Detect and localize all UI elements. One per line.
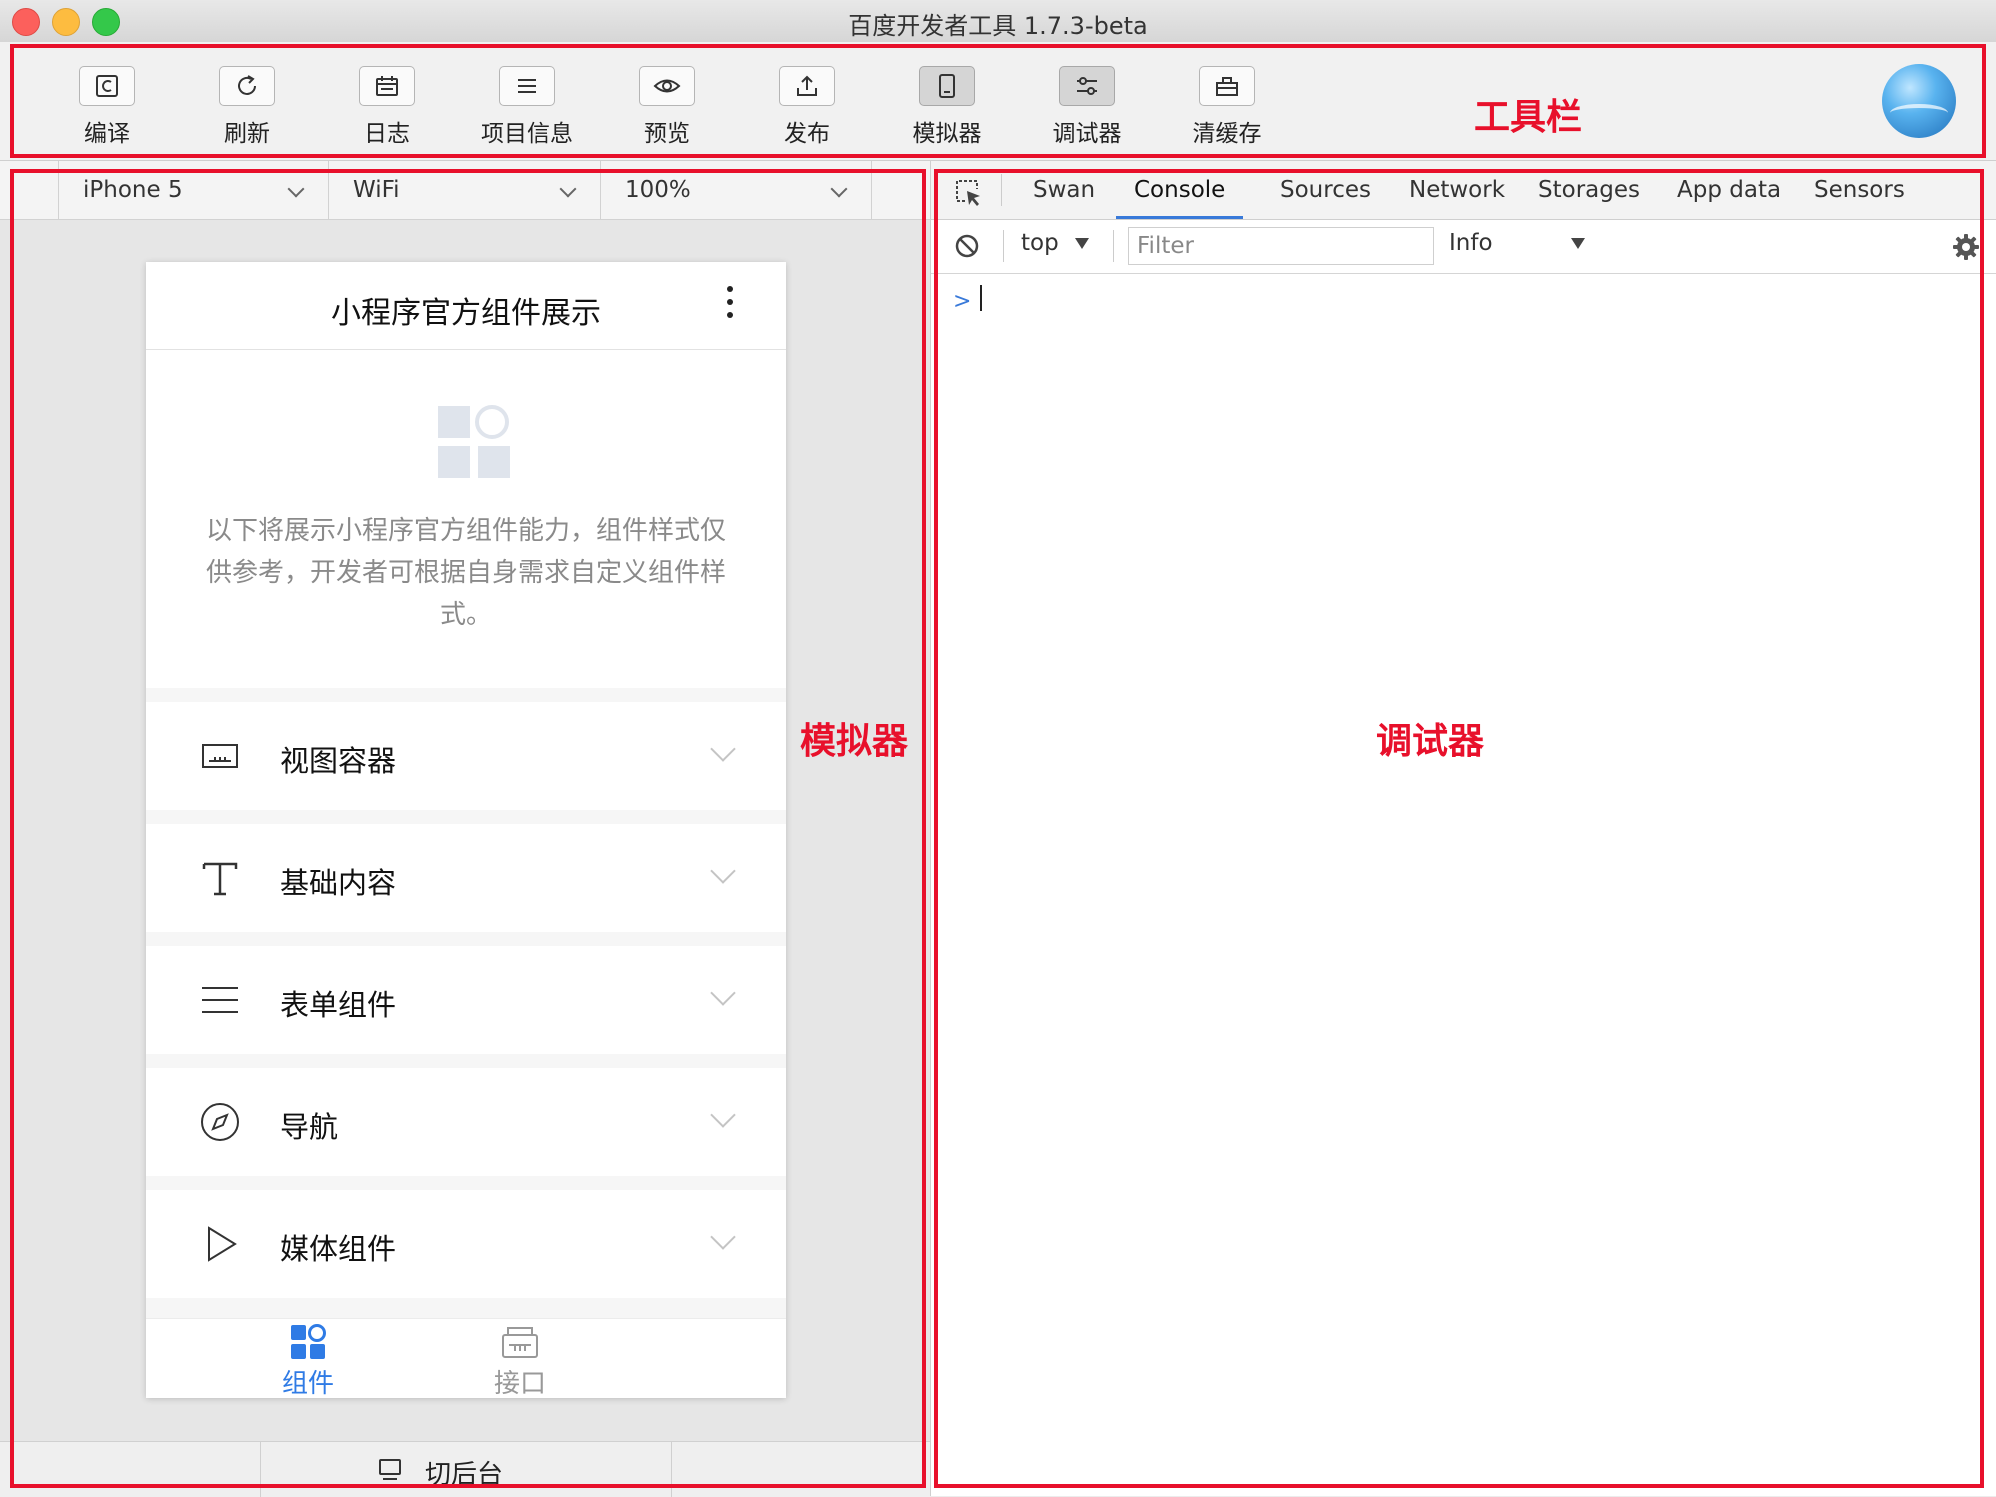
- components-icon: [291, 1324, 326, 1359]
- network-select[interactable]: WiFi: [328, 161, 600, 219]
- eye-icon: [639, 66, 695, 106]
- chevron-down-icon: [710, 736, 736, 762]
- view-container-icon: [202, 744, 238, 768]
- tab-components[interactable]: 组件: [228, 1323, 388, 1398]
- clear-cache-button[interactable]: 清缓存: [1162, 66, 1292, 156]
- gear-icon[interactable]: [1951, 232, 1981, 262]
- tab-console[interactable]: Console: [1116, 161, 1244, 219]
- page-title: 小程序官方组件展示: [331, 296, 601, 331]
- category-form-components[interactable]: 表单组件: [146, 946, 786, 1054]
- zoom-select[interactable]: 100%: [600, 161, 872, 219]
- compass-icon: [201, 1103, 239, 1141]
- list-icon: [499, 66, 555, 106]
- text-t-icon: [202, 862, 238, 896]
- console-filter-input[interactable]: [1128, 227, 1434, 265]
- preview-button[interactable]: 预览: [602, 66, 732, 156]
- debugger-toggle-button[interactable]: 调试器: [1022, 66, 1152, 156]
- intro-section: 以下将展示小程序官方组件能力，组件样式仅供参考，开发者可根据自身需求自定义组件样…: [146, 350, 786, 688]
- switch-to-background-button[interactable]: 切后台: [260, 1442, 672, 1497]
- simulator-annotation-label: 模拟器: [800, 721, 909, 762]
- tab-api[interactable]: 接口: [440, 1323, 600, 1398]
- context-select[interactable]: top: [1021, 230, 1089, 256]
- phone-screen: 小程序官方组件展示 以下将展示小程序官方组件能力，组件样式仅供参考，开发者可根据…: [146, 262, 786, 1398]
- refresh-icon: [219, 66, 275, 106]
- clear-console-icon[interactable]: [955, 234, 979, 258]
- sliders-icon: [1059, 66, 1115, 106]
- compile-icon: [79, 66, 135, 106]
- tab-storages[interactable]: Storages: [1520, 161, 1658, 219]
- simulator-toggle-button[interactable]: 模拟器: [882, 66, 1012, 156]
- triangle-down-icon: [1571, 238, 1585, 249]
- tab-swan[interactable]: Swan: [1015, 161, 1113, 219]
- toolbox-icon: [1199, 66, 1255, 106]
- triangle-down-icon: [1074, 238, 1089, 249]
- chevron-down-icon: [710, 980, 736, 1006]
- chevron-down-icon: [710, 858, 736, 884]
- components-logo-icon: [438, 405, 510, 478]
- category-basic-content[interactable]: 基础内容: [146, 824, 786, 932]
- tab-app-data[interactable]: App data: [1659, 161, 1799, 219]
- compile-button[interactable]: 编译: [42, 66, 172, 156]
- chevron-down-icon: [287, 180, 305, 198]
- toolbar: 编译 刷新 日志 项目信息 预览 发布 模拟器 调试器 清缓存: [0, 42, 1996, 161]
- user-avatar[interactable]: [1882, 64, 1956, 138]
- tab-sensors[interactable]: Sensors: [1796, 161, 1923, 219]
- category-media-components[interactable]: 媒体组件: [146, 1190, 786, 1298]
- console-input-cursor[interactable]: [980, 285, 982, 311]
- upload-icon: [779, 66, 835, 106]
- simulator-select-bar: iPhone 5 WiFi 100%: [0, 161, 930, 220]
- debugger-tab-bar: Swan Console Sources Network Storages Ap…: [931, 161, 1996, 220]
- category-view-container[interactable]: 视图容器: [146, 702, 786, 810]
- chevron-down-icon: [710, 1224, 736, 1250]
- log-button[interactable]: 日志: [322, 66, 452, 156]
- refresh-button[interactable]: 刷新: [182, 66, 312, 156]
- console-prompt-icon: >: [953, 289, 972, 314]
- phone-nav-bar: 小程序官方组件展示: [146, 262, 786, 350]
- more-options-icon[interactable]: [726, 286, 734, 326]
- tab-sources[interactable]: Sources: [1262, 161, 1389, 219]
- window-title: 百度开发者工具 1.7.3-beta: [848, 12, 1148, 40]
- device-select[interactable]: iPhone 5: [58, 161, 328, 219]
- log-icon: [359, 66, 415, 106]
- toolbar-annotation-label: 工具栏: [1474, 97, 1583, 138]
- intro-text: 以下将展示小程序官方组件能力，组件样式仅供参考，开发者可根据自身需求自定义组件样…: [205, 516, 726, 630]
- project-info-button[interactable]: 项目信息: [462, 66, 592, 156]
- chevron-down-icon: [710, 1102, 736, 1128]
- chevron-down-icon: [559, 180, 577, 198]
- category-navigation[interactable]: 导航: [146, 1068, 786, 1176]
- device-icon: [919, 66, 975, 106]
- simulator-panel: iPhone 5 WiFi 100% 小程序官方组件展示 以下将展示小程序官方组…: [0, 161, 931, 1497]
- play-icon: [208, 1226, 237, 1262]
- phone-tab-bar: 组件 接口: [146, 1318, 786, 1398]
- title-bar: 百度开发者工具 1.7.3-beta: [0, 0, 1996, 43]
- menu-lines-icon: [202, 987, 238, 1013]
- debugger-panel: Swan Console Sources Network Storages Ap…: [931, 161, 1996, 1496]
- inspect-element-icon[interactable]: [953, 177, 983, 207]
- console-toolbar: top Info: [931, 220, 1996, 274]
- monitor-icon: [379, 1459, 401, 1480]
- chevron-down-icon: [830, 180, 848, 198]
- tab-network[interactable]: Network: [1391, 161, 1523, 219]
- simulator-bottom-bar: 切后台: [0, 1441, 930, 1497]
- log-level-select[interactable]: Info: [1449, 230, 1609, 256]
- publish-button[interactable]: 发布: [742, 66, 872, 156]
- api-icon: [502, 1327, 538, 1358]
- debugger-annotation-label: 调试器: [1376, 721, 1485, 762]
